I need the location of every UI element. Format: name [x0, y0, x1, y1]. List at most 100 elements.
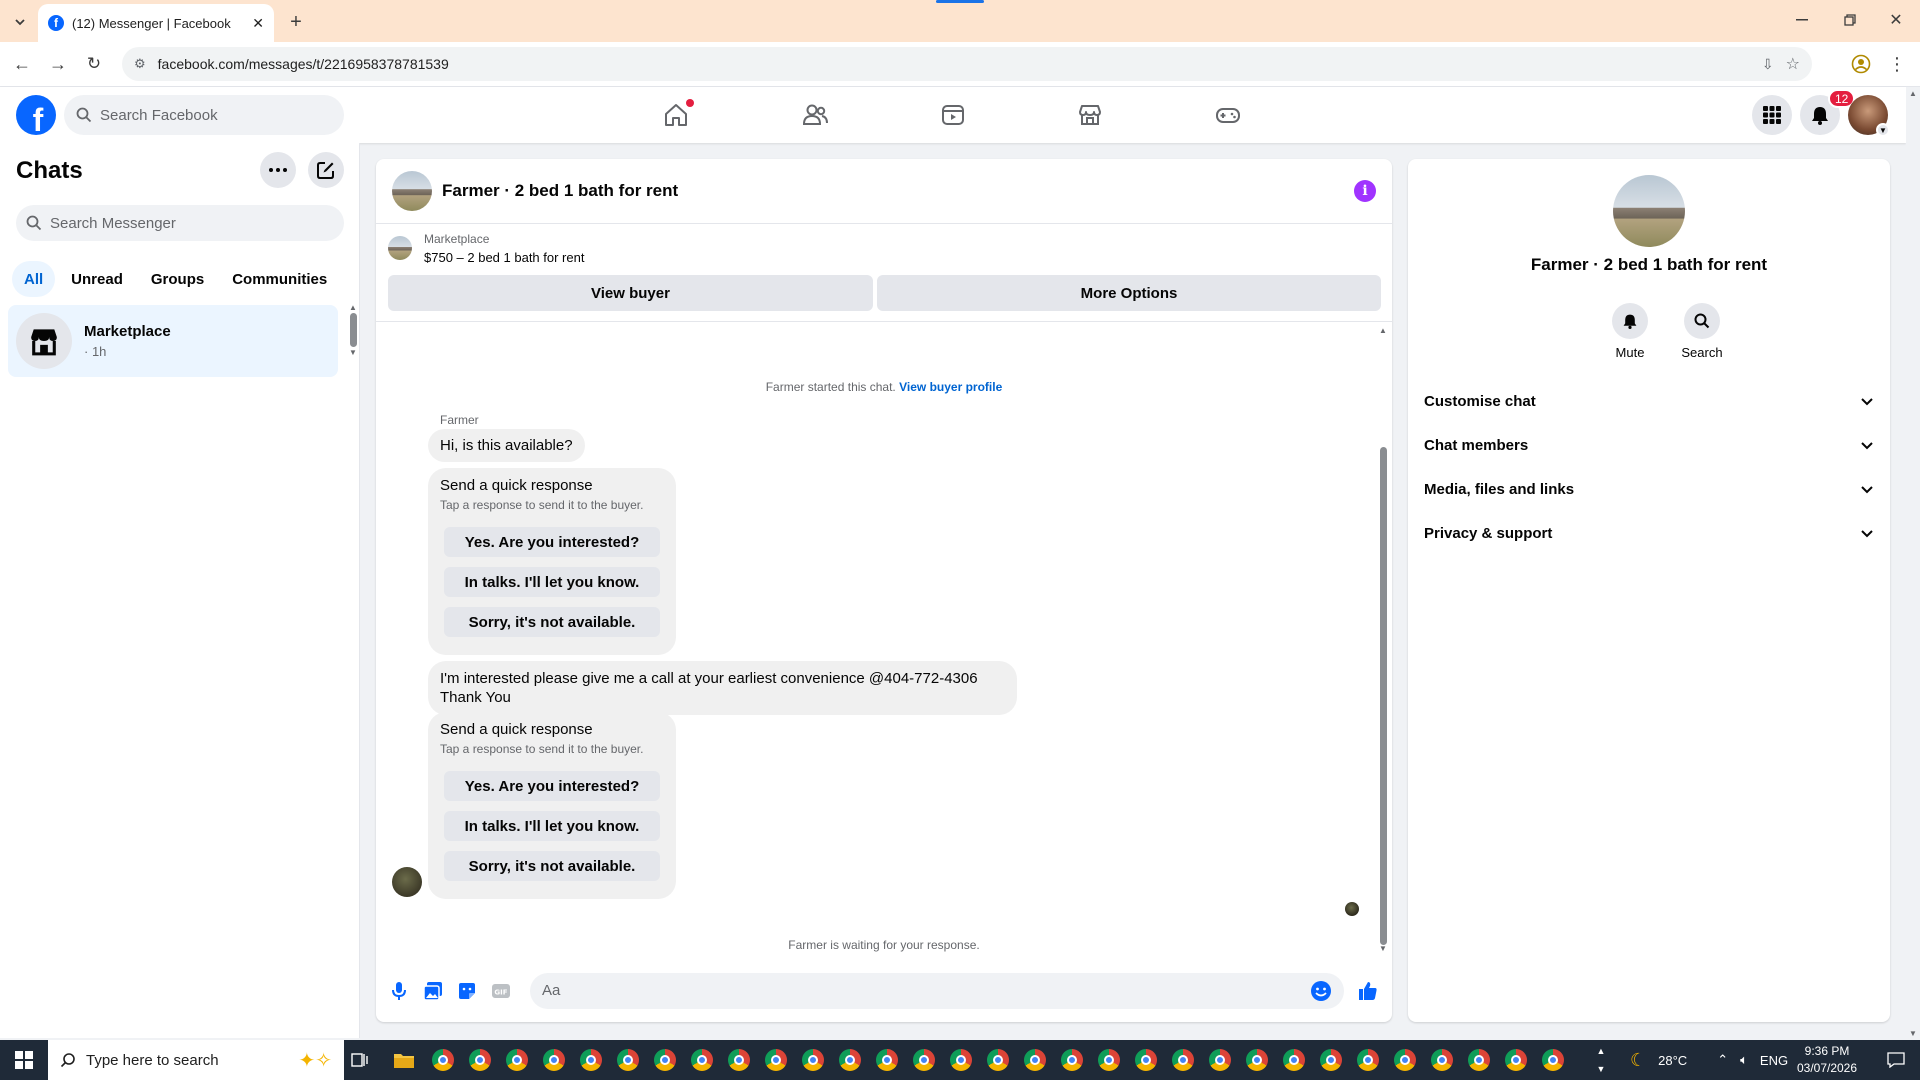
facebook-logo-icon[interactable]: f [16, 95, 56, 135]
chrome-taskbar-icon[interactable] [1278, 1044, 1310, 1076]
message-scrollbar-thumb[interactable] [1380, 447, 1387, 945]
chrome-taskbar-icon[interactable] [1463, 1044, 1495, 1076]
minimize-icon[interactable] [1788, 8, 1816, 32]
chrome-taskbar-icon[interactable] [1130, 1044, 1162, 1076]
menu-button[interactable] [1752, 95, 1792, 135]
message-bubble[interactable]: Hi, is this available? [428, 429, 585, 462]
chrome-taskbar-icon[interactable] [464, 1044, 496, 1076]
url-field[interactable]: ⚙ facebook.com/messages/t/22169583787815… [122, 47, 1812, 81]
file-explorer-icon[interactable] [388, 1044, 420, 1076]
view-buyer-profile-link[interactable]: View buyer profile [899, 380, 1002, 394]
chrome-taskbar-icon[interactable] [1204, 1044, 1236, 1076]
chrome-taskbar-icon[interactable] [1389, 1044, 1421, 1076]
nav-friends[interactable] [759, 87, 871, 143]
nav-gaming[interactable] [1172, 87, 1284, 143]
chrome-taskbar-icon[interactable] [1167, 1044, 1199, 1076]
message-input[interactable]: Aa [530, 972, 1344, 1009]
filter-groups[interactable]: Groups [139, 261, 216, 297]
filter-all[interactable]: All [12, 261, 56, 297]
tab-list-button[interactable] [8, 10, 32, 34]
nav-video[interactable] [897, 87, 1009, 143]
gif-icon[interactable]: GIF [490, 980, 512, 1002]
chrome-taskbar-icon[interactable] [427, 1044, 459, 1076]
taskbar-clock[interactable]: 9:36 PM 03/07/2026 [1784, 1043, 1870, 1077]
taskbar-overflow-arrows[interactable]: ▲ ▼ [1594, 1042, 1608, 1078]
quick-response-yes[interactable]: Yes. Are you interested? [444, 527, 660, 557]
section-privacy-support[interactable]: Privacy & support [1416, 511, 1882, 555]
start-button[interactable] [0, 1040, 48, 1080]
conversation-title[interactable]: Farmer · 2 bed 1 bath for rent [442, 181, 678, 201]
tray-chevron-icon[interactable]: ⌃ [1717, 1052, 1728, 1068]
sticker-icon[interactable] [456, 980, 478, 1002]
chrome-taskbar-icon[interactable] [686, 1044, 718, 1076]
chat-options-button[interactable] [260, 152, 296, 188]
weather-temp[interactable]: 28°C [1658, 1053, 1687, 1068]
back-icon[interactable]: ← [8, 50, 36, 78]
chrome-taskbar-icon[interactable] [649, 1044, 681, 1076]
quick-response-in-talks[interactable]: In talks. I'll let you know. [444, 567, 660, 597]
quick-response-in-talks[interactable]: In talks. I'll let you know. [444, 811, 660, 841]
chrome-taskbar-icon[interactable] [1241, 1044, 1273, 1076]
thumbs-up-icon[interactable] [1356, 979, 1380, 1003]
taskbar-search-input[interactable]: Type here to search ✦✧ [48, 1040, 344, 1080]
task-view-icon[interactable] [344, 1044, 376, 1076]
close-window-icon[interactable]: ✕ [1882, 8, 1910, 32]
chrome-taskbar-icon[interactable] [1315, 1044, 1347, 1076]
search-in-conversation-button[interactable]: Search [1666, 303, 1738, 360]
mute-button[interactable]: Mute [1594, 303, 1666, 360]
bookmark-star-icon[interactable]: ☆ [1786, 54, 1800, 74]
site-settings-icon[interactable]: ⚙ [134, 56, 146, 72]
profile-icon[interactable] [1848, 51, 1874, 77]
chrome-taskbar-icon[interactable] [982, 1044, 1014, 1076]
chrome-taskbar-icon[interactable] [871, 1044, 903, 1076]
sender-avatar[interactable] [392, 867, 422, 897]
forward-icon[interactable]: → [44, 50, 72, 78]
section-customise-chat[interactable]: Customise chat [1416, 379, 1882, 423]
nav-marketplace[interactable] [1034, 87, 1146, 143]
photo-icon[interactable] [422, 980, 444, 1002]
chrome-taskbar-icon[interactable] [575, 1044, 607, 1076]
restore-icon[interactable] [1836, 8, 1864, 32]
account-avatar[interactable]: ▼ [1848, 95, 1890, 137]
filter-communities[interactable]: Communities [220, 261, 339, 297]
quick-response-yes[interactable]: Yes. Are you interested? [444, 771, 660, 801]
install-app-icon[interactable]: ⇩ [1762, 56, 1774, 73]
section-media-files-links[interactable]: Media, files and links [1416, 467, 1882, 511]
message-bubble[interactable]: I'm interested please give me a call at … [428, 661, 1017, 715]
chrome-taskbar-icon[interactable] [1500, 1044, 1532, 1076]
speaker-icon[interactable]: 🔈︎ [1740, 1052, 1748, 1068]
nav-home[interactable] [620, 87, 732, 143]
conversation-info-button[interactable]: i [1354, 180, 1376, 202]
chrome-taskbar-icon[interactable] [501, 1044, 533, 1076]
chrome-taskbar-icon[interactable] [834, 1044, 866, 1076]
page-scrollbar[interactable]: ▲ ▼ [1906, 87, 1920, 1040]
facebook-search-input[interactable]: Search Facebook [64, 95, 344, 135]
chrome-taskbar-icon[interactable] [760, 1044, 792, 1076]
chrome-taskbar-icon[interactable] [1093, 1044, 1125, 1076]
chat-item-marketplace[interactable]: Marketplace · 1h [8, 305, 338, 377]
microphone-icon[interactable] [388, 980, 410, 1002]
chrome-taskbar-icon[interactable] [1056, 1044, 1088, 1076]
chat-list-scrollbar[interactable]: ▲ ▼ [349, 303, 357, 361]
chrome-taskbar-icon[interactable] [538, 1044, 570, 1076]
new-message-button[interactable] [308, 152, 344, 188]
chrome-taskbar-icon[interactable] [612, 1044, 644, 1076]
chrome-taskbar-icon[interactable] [1426, 1044, 1458, 1076]
more-options-button[interactable]: More Options [877, 275, 1381, 311]
chrome-taskbar-icon[interactable] [1537, 1044, 1569, 1076]
view-buyer-button[interactable]: View buyer [388, 275, 873, 311]
chrome-taskbar-icon[interactable] [1352, 1044, 1384, 1076]
chrome-taskbar-icon[interactable] [723, 1044, 755, 1076]
chrome-taskbar-icon[interactable] [797, 1044, 829, 1076]
emoji-icon[interactable] [1310, 980, 1332, 1002]
messenger-search-input[interactable]: Search Messenger [16, 205, 344, 241]
listing-profile-photo[interactable] [1613, 175, 1685, 247]
close-tab-icon[interactable]: ✕ [252, 15, 264, 32]
reload-icon[interactable]: ↻ [80, 50, 108, 78]
quick-response-not-available[interactable]: Sorry, it's not available. [444, 607, 660, 637]
new-tab-button[interactable]: + [282, 8, 310, 36]
listing-price-title[interactable]: $750 – 2 bed 1 bath for rent [424, 250, 584, 265]
quick-response-not-available[interactable]: Sorry, it's not available. [444, 851, 660, 881]
browser-menu-icon[interactable]: ⋮ [1884, 51, 1910, 77]
chrome-taskbar-icon[interactable] [908, 1044, 940, 1076]
